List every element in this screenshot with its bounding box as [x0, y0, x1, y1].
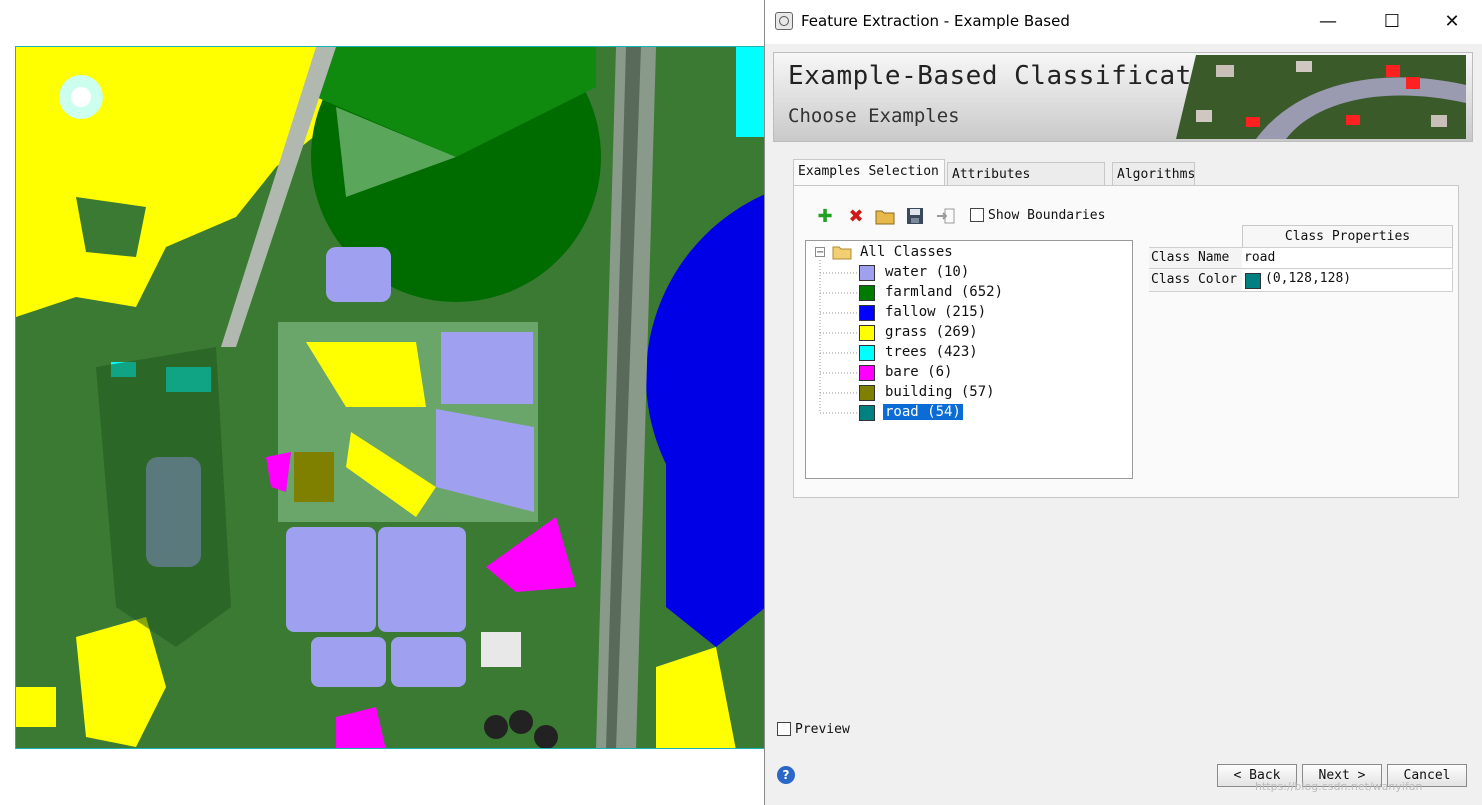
- tree-class-label[interactable]: fallow (215): [883, 304, 988, 320]
- banner-image: [1176, 55, 1466, 139]
- show-boundaries-checkbox[interactable]: [970, 208, 984, 222]
- save-icon[interactable]: [905, 207, 925, 227]
- tree-connector-lines: [819, 260, 858, 414]
- class-color-swatch-icon: [859, 365, 875, 381]
- tree-class-label[interactable]: trees (423): [883, 344, 980, 360]
- classification-map-graphic: [16, 47, 764, 748]
- preview-checkbox[interactable]: [777, 722, 791, 736]
- help-icon[interactable]: ?: [777, 766, 795, 784]
- collapse-toggle-icon[interactable]: −: [815, 247, 825, 258]
- class-properties-table: Class Properties Class Name road Class C…: [1149, 225, 1453, 295]
- class-color-swatch-icon: [859, 345, 875, 361]
- tree-root-label[interactable]: All Classes: [858, 244, 955, 260]
- classification-map[interactable]: [15, 46, 765, 749]
- wizard-banner: Example-Based Classification Choose Exam…: [773, 52, 1473, 142]
- tab-algorithms[interactable]: Algorithms: [1112, 162, 1195, 186]
- class-color-swatch[interactable]: [1245, 273, 1261, 289]
- class-color-swatch-icon: [859, 265, 875, 281]
- feature-extraction-dialog: Feature Extraction - Example Based — ☐ ✕…: [764, 0, 1482, 805]
- tree-class-label[interactable]: bare (6): [883, 364, 954, 380]
- class-tree[interactable]: − All Classes water (10) farmland (652) fa…: [805, 240, 1133, 479]
- show-boundaries-label: Show Boundaries: [988, 208, 1106, 223]
- preview-label: Preview: [795, 722, 850, 737]
- tree-class-label[interactable]: grass (269): [883, 324, 980, 340]
- tab-examples-selection[interactable]: Examples Selection: [793, 159, 945, 186]
- maximize-button[interactable]: ☐: [1369, 6, 1415, 38]
- close-button[interactable]: ✕: [1429, 6, 1475, 38]
- folder-icon: [832, 244, 852, 264]
- tab-attributes-selection[interactable]: Attributes Selection: [947, 162, 1105, 206]
- title-bar[interactable]: Feature Extraction - Example Based — ☐ ✕: [765, 0, 1482, 44]
- class-name-label: Class Name: [1149, 247, 1242, 269]
- class-name-field[interactable]: road: [1242, 247, 1453, 269]
- delete-icon[interactable]: ✖: [846, 207, 866, 227]
- class-color-swatch-icon: [859, 325, 875, 341]
- class-color-swatch-icon: [859, 305, 875, 321]
- class-color-field[interactable]: (0,128,128): [1242, 270, 1453, 292]
- add-icon[interactable]: ✚: [815, 207, 835, 227]
- tree-class-label[interactable]: road (54): [883, 404, 963, 420]
- banner-subtitle: Choose Examples: [788, 105, 960, 127]
- banner-title: Example-Based Classification: [788, 61, 1241, 91]
- class-color-value: (0,128,128): [1265, 271, 1352, 286]
- class-color-swatch-icon: [859, 385, 875, 401]
- minimize-button[interactable]: —: [1305, 6, 1351, 38]
- class-color-swatch-icon: [859, 405, 875, 421]
- open-folder-icon[interactable]: [875, 207, 895, 227]
- class-color-swatch-icon: [859, 285, 875, 301]
- watermark: https://blog.csdn.net/wanyifan: [1255, 780, 1423, 793]
- class-properties-header: Class Properties: [1242, 225, 1453, 247]
- class-color-label: Class Color: [1149, 270, 1242, 292]
- window-title: Feature Extraction - Example Based: [801, 12, 1070, 30]
- tree-class-label[interactable]: water (10): [883, 264, 971, 280]
- tree-class-label[interactable]: farmland (652): [883, 284, 1005, 300]
- import-icon[interactable]: [936, 207, 956, 227]
- tree-class-label[interactable]: building (57): [883, 384, 997, 400]
- app-icon: [775, 12, 793, 30]
